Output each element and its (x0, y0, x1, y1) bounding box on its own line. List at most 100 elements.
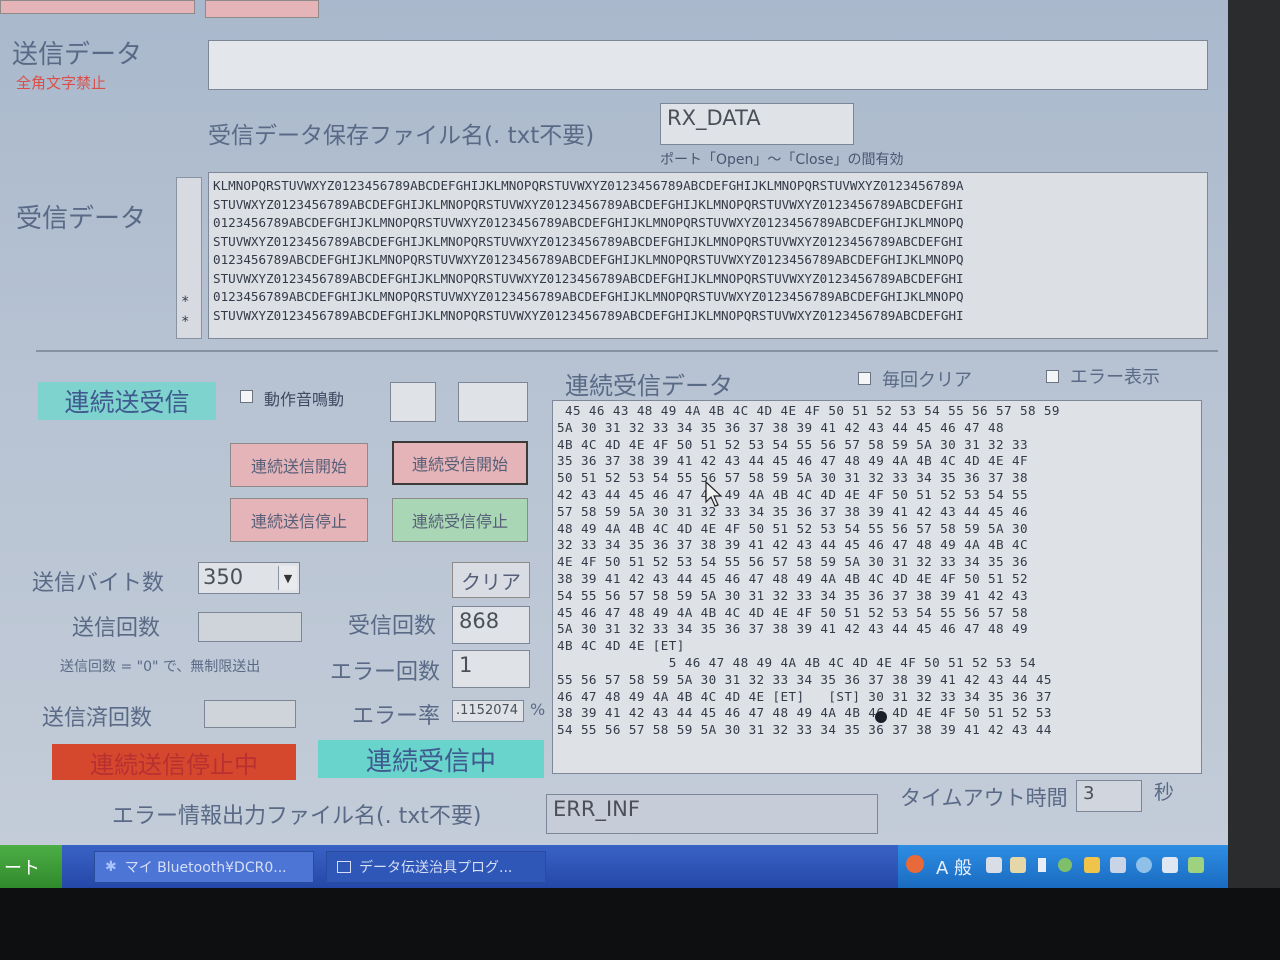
tray-icon-3[interactable] (1038, 858, 1046, 872)
hex-row: 45 46 47 48 49 4A 4B 4C 4D 4E 4F 50 51 5… (557, 604, 1028, 620)
timeout-unit: 秒 (1154, 780, 1174, 804)
hex-row: 42 43 44 45 46 47 48 49 4A 4B 4C 4D 4E 4… (557, 486, 1028, 502)
recv-stop-button[interactable]: 連続受信停止 (392, 498, 528, 542)
send-status-banner: 連続送信停止中 (52, 744, 296, 780)
hex-row: 5 46 47 48 49 4A 4B 4C 4D 4E 4F 50 51 52… (557, 654, 1036, 670)
rx-line: 0123456789ABCDEFGHIJKLMNOPQRSTUVWXYZ0123… (213, 215, 964, 230)
send-bytes-value: 350 (203, 565, 244, 589)
rx-line: 0123456789ABCDEFGHIJKLMNOPQRSTUVWXYZ0123… (213, 289, 964, 304)
hex-data-area[interactable]: 45 46 43 48 49 4A 4B 4C 4D 4E 4F 50 51 5… (552, 400, 1202, 774)
hex-title: 連続受信データ (565, 372, 733, 400)
hex-row: 55 56 57 58 59 5A 30 31 32 33 34 35 36 3… (557, 671, 1052, 687)
recv-count-label: 受信回数 (348, 614, 437, 639)
timeout-label: タイムアウト時間 (900, 786, 1068, 810)
clear-button[interactable]: クリア (452, 562, 530, 598)
dropdown-arrow-icon[interactable]: ▼ (278, 566, 297, 590)
rx-data-label: 受信データ (16, 204, 147, 234)
sound-label: 動作音鳴動 (264, 390, 345, 409)
error-dot-icon (875, 711, 887, 723)
hex-row: 48 49 4A 4B 4C 4D 4E 4F 50 51 52 53 54 5… (557, 520, 1028, 536)
app-window: 送信データ 全角文字禁止 受信データ保存ファイル名(. txt不要) RX_DA… (0, 0, 1228, 845)
error-rate-label: エラー率 (352, 704, 441, 729)
rx-marker: * (181, 294, 190, 310)
mouse-cursor-icon (705, 480, 723, 511)
hex-row: 54 55 56 57 58 59 5A 30 31 32 33 34 35 3… (557, 587, 1028, 603)
sound-checkbox[interactable] (240, 390, 253, 403)
rx-marker-column: * * (176, 177, 202, 339)
tray-icon-5[interactable] (1084, 857, 1100, 873)
ime-label[interactable]: A 般 (936, 854, 972, 880)
rx-line: STUVWXYZ0123456789ABCDEFGHIJKLMNOPQRSTUV… (213, 270, 964, 286)
hex-row: 4B 4C 4D 4E [ET] (557, 638, 685, 654)
hex-row: 50 51 52 53 54 55 56 57 58 59 5A 30 31 3… (557, 470, 1028, 486)
tray-icon-4[interactable] (1058, 858, 1072, 872)
recv-status-banner: 連続受信中 (318, 740, 544, 778)
top-clipped-button-right[interactable] (205, 0, 319, 18)
top-clipped-button-left[interactable] (0, 0, 195, 14)
rx-file-label: 受信データ保存ファイル名(. txt不要) (208, 123, 595, 149)
sent-count-label: 送信済回数 (42, 706, 153, 731)
show-error-checkbox[interactable] (1046, 370, 1059, 383)
rx-marker: * (181, 314, 190, 330)
send-count-input[interactable] (198, 612, 302, 642)
tray-icon-8[interactable] (1162, 857, 1178, 873)
tray-icon-6[interactable] (1110, 857, 1126, 873)
monitor-bezel-bottom (0, 888, 1280, 960)
timeout-input[interactable]: 3 (1076, 780, 1142, 812)
taskbar: ート ✱ マイ Bluetooth¥DCR0... データ伝送治具プログ... … (0, 845, 1228, 888)
sent-count-value (204, 700, 296, 728)
send-data-note: 全角文字禁止 (16, 74, 107, 92)
error-count-value: 1 (452, 650, 530, 688)
tray-icon-7[interactable] (1136, 857, 1152, 873)
rx-line: 0123456789ABCDEFGHIJKLMNOPQRSTUVWXYZ0123… (213, 252, 964, 267)
hex-row: 4B 4C 4D 4E 4F 50 51 52 53 54 55 56 57 5… (557, 436, 1028, 452)
tray-icon-2[interactable] (1010, 857, 1026, 873)
err-file-input[interactable]: ERR_INF (546, 794, 878, 834)
send-bytes-label: 送信バイト数 (32, 571, 165, 596)
hex-row: 38 39 41 42 43 44 45 46 47 48 49 4A 4B 4… (557, 570, 1028, 586)
error-rate-value: .1152074 (452, 700, 524, 722)
send-bytes-select[interactable]: 350 ▼ (198, 562, 300, 594)
rx-line: STUVWXYZ0123456789ABCDEFGHIJKLMNOPQRSTUV… (213, 307, 964, 323)
send-data-input[interactable] (208, 40, 1208, 90)
section-divider (36, 350, 1218, 352)
recv-count-value: 868 (452, 606, 530, 644)
clear-each-checkbox[interactable] (858, 372, 871, 385)
hex-row: 35 36 37 38 39 41 42 43 44 45 46 47 48 4… (557, 453, 1028, 469)
send-start-button[interactable]: 連続送信開始 (230, 443, 368, 487)
error-count-label: エラー回数 (330, 660, 441, 685)
taskbar-item-bluetooth[interactable]: ✱ マイ Bluetooth¥DCR0... (94, 851, 314, 883)
rx-line: KLMNOPQRSTUVWXYZ0123456789ABCDEFGHIJKLMN… (213, 178, 964, 193)
blank-box-2 (458, 382, 528, 422)
rx-data-textarea[interactable]: KLMNOPQRSTUVWXYZ0123456789ABCDEFGHIJKLMN… (208, 172, 1208, 339)
show-error-label: エラー表示 (1070, 367, 1160, 388)
hex-row: 57 58 59 5A 30 31 32 33 34 35 36 37 38 3… (557, 503, 1028, 519)
tray-icon-9[interactable] (1188, 857, 1204, 873)
tray-icon-1[interactable] (986, 857, 1002, 873)
ime-icon[interactable] (906, 855, 924, 873)
monitor-bezel-right (1228, 0, 1280, 960)
taskbar-item-label: データ伝送治具プログ... (359, 860, 513, 876)
clear-each-label: 毎回クリア (882, 370, 972, 391)
rx-file-input[interactable]: RX_DATA (660, 103, 854, 145)
rx-file-note: ポート「Open」～「Close」の間有効 (660, 152, 904, 168)
taskbar-item-label: マイ Bluetooth¥DCR0... (124, 860, 287, 876)
hex-row: 4E 4F 50 51 52 53 54 55 56 57 58 59 5A 3… (557, 554, 1028, 570)
unlimited-note: 送信回数 = "0" で、無制限送出 (60, 659, 261, 675)
send-stop-button[interactable]: 連続送信停止 (230, 498, 368, 542)
system-tray: A 般 (898, 845, 1228, 888)
taskbar-item-app[interactable]: データ伝送治具プログ... (326, 851, 546, 883)
bluetooth-icon: ✱ (105, 859, 117, 875)
window-icon (337, 861, 351, 873)
hex-row: 5A 30 31 32 33 34 35 36 37 38 39 41 42 4… (557, 419, 1004, 435)
hex-row: 32 33 34 35 36 37 38 39 41 42 43 44 45 4… (557, 537, 1028, 553)
error-rate-unit: % (530, 700, 546, 719)
start-label: ート (4, 857, 40, 879)
recv-start-button[interactable]: 連続受信開始 (392, 441, 528, 485)
hex-row: 5A 30 31 32 33 34 35 36 37 38 39 41 42 4… (557, 621, 1028, 637)
rx-line: STUVWXYZ0123456789ABCDEFGHIJKLMNOPQRSTUV… (213, 233, 964, 249)
start-button[interactable]: ート (0, 845, 62, 888)
blank-box-1 (390, 382, 436, 422)
hex-row: 45 46 43 48 49 4A 4B 4C 4D 4E 4F 50 51 5… (557, 403, 1060, 418)
send-data-label: 送信データ (12, 40, 143, 70)
